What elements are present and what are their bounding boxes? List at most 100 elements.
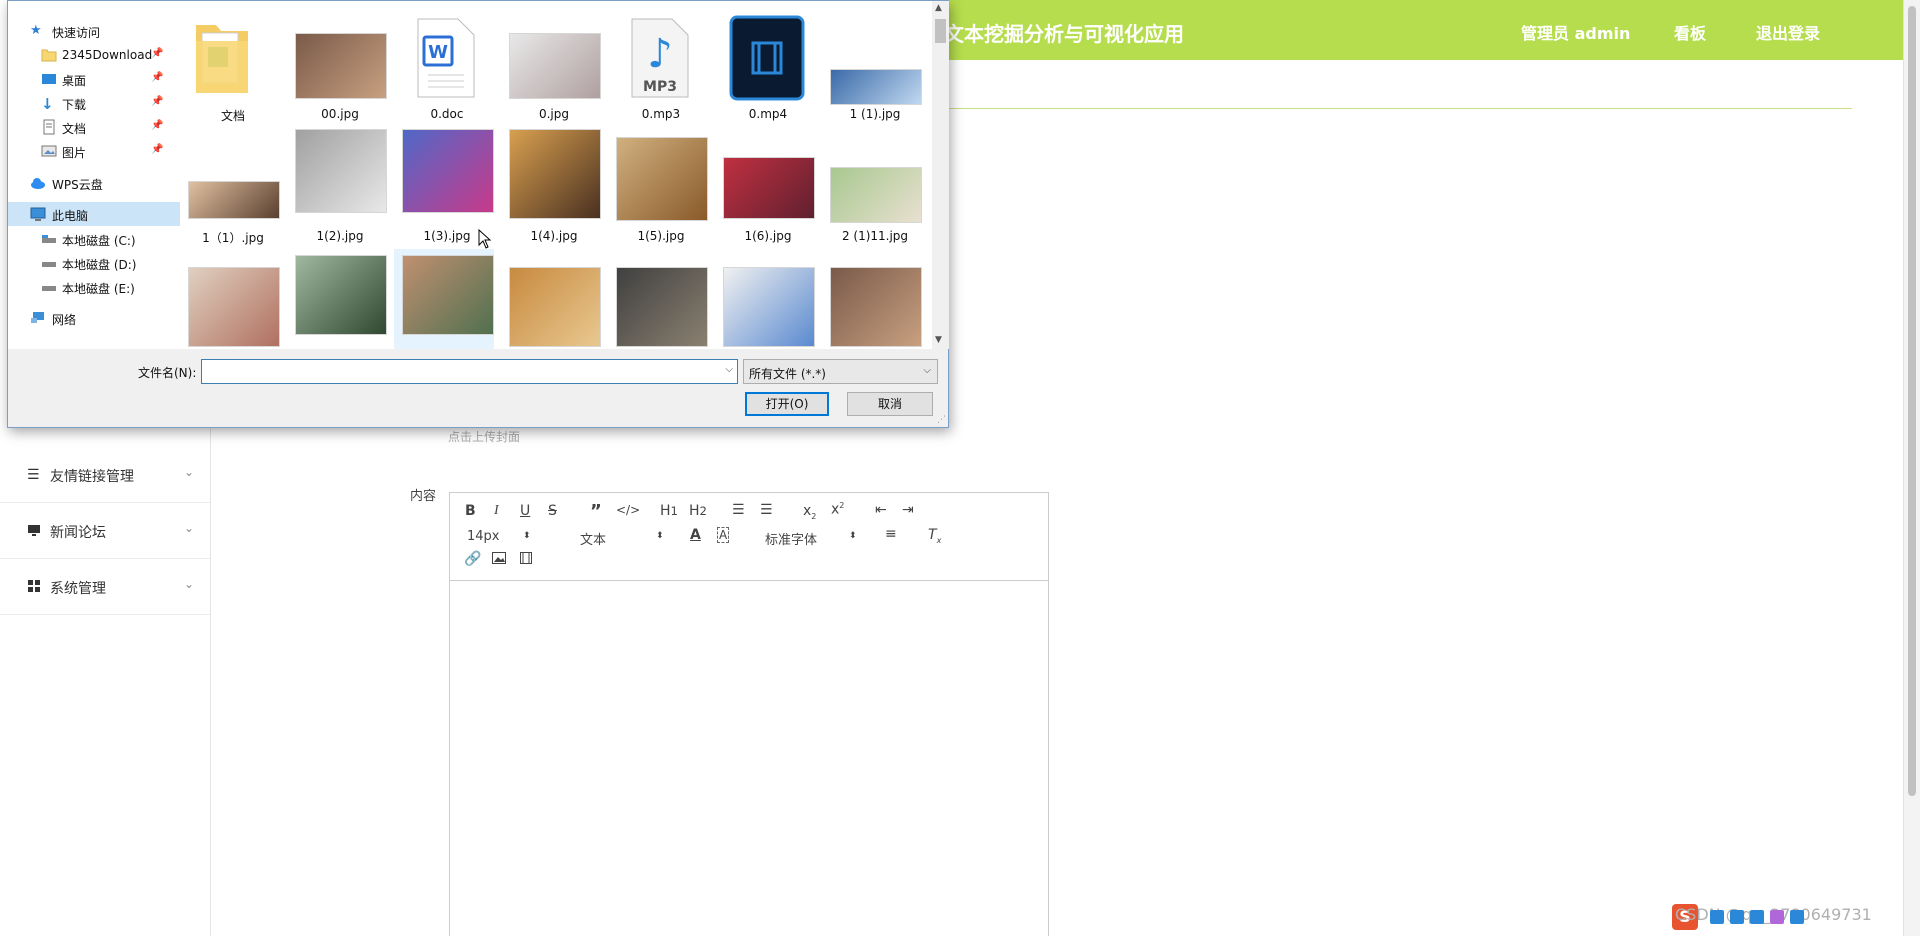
link-icon[interactable]: 🔗: [464, 551, 481, 567]
nav-user[interactable]: 管理员 admin: [1521, 20, 1630, 44]
audio-file-icon: ♪ MP3: [618, 15, 698, 101]
nav-wps-cloud[interactable]: WPS云盘: [8, 171, 180, 195]
file-item[interactable]: [715, 249, 815, 349]
file-item[interactable]: 1(3).jpg: [394, 127, 494, 245]
file-item[interactable]: 1 (1).jpg: [822, 5, 922, 123]
nav-2345download[interactable]: 2345Download 📌: [8, 43, 180, 67]
cancel-button[interactable]: 取消: [847, 392, 933, 416]
word-doc-icon: W: [404, 15, 484, 101]
file-item[interactable]: [501, 249, 601, 349]
header-divider: [940, 108, 1852, 109]
nav-documents[interactable]: 文档 📌: [8, 115, 180, 139]
file-item[interactable]: [608, 249, 708, 349]
keyboard-icon[interactable]: [1750, 910, 1764, 924]
sidebar-item-system[interactable]: 系统管理 ⌄: [0, 559, 210, 615]
ordered-list-icon[interactable]: ☰: [732, 502, 745, 518]
file-item[interactable]: [394, 249, 494, 349]
bold-button[interactable]: B: [465, 503, 476, 519]
file-type-select[interactable]: 所有文件 (*.*) ⌵: [743, 359, 938, 384]
svg-text:W: W: [428, 42, 448, 63]
outdent-icon[interactable]: ⇤: [875, 502, 887, 518]
page-scrollbar[interactable]: [1903, 0, 1920, 936]
file-item[interactable]: 文档: [180, 5, 280, 123]
dialog-scrollbar[interactable]: ▲ ▼: [932, 1, 949, 349]
upload-cover-hint[interactable]: 点击上传封面: [448, 428, 520, 445]
video-icon[interactable]: [520, 552, 532, 568]
file-name: 0.doc: [430, 107, 464, 121]
filename-input[interactable]: [204, 362, 714, 381]
nav-logout[interactable]: 退出登录: [1756, 20, 1820, 44]
filename-combobox[interactable]: ⌵: [201, 359, 738, 384]
drive-icon: [41, 231, 57, 247]
mic-icon[interactable]: [1730, 910, 1744, 924]
file-name: 2 (1)11.jpg: [841, 229, 909, 243]
scroll-up-icon[interactable]: ▲: [935, 3, 942, 13]
heading2-button[interactable]: H2: [689, 503, 707, 519]
superscript-button[interactable]: x2: [831, 501, 844, 518]
file-item[interactable]: ♪ MP3 0.mp3: [608, 5, 708, 123]
file-item[interactable]: 1（1）.jpg: [180, 127, 280, 245]
file-item[interactable]: 00.jpg: [287, 5, 387, 123]
code-button[interactable]: </>: [616, 503, 640, 517]
sidebar-item-forum[interactable]: 新闻论坛 ⌄: [0, 503, 210, 559]
nav-network[interactable]: 网络: [8, 306, 180, 330]
file-item[interactable]: 1(5).jpg: [608, 127, 708, 245]
file-item[interactable]: 1(2).jpg: [287, 127, 387, 245]
chevron-down-icon[interactable]: ⌵: [725, 364, 733, 375]
font-family-select[interactable]: 标准字体 ⬍: [765, 529, 860, 548]
chevron-down-icon: ⌄: [183, 577, 194, 591]
italic-button[interactable]: I: [494, 503, 499, 519]
file-name: 1(4).jpg: [530, 229, 578, 243]
background-color-icon[interactable]: A: [717, 527, 730, 543]
nav-desktop[interactable]: 桌面 📌: [8, 67, 180, 91]
sidebar-item-links[interactable]: ☰ 友情链接管理 ⌄: [0, 447, 210, 503]
font-size-value: 14px: [467, 529, 500, 544]
monitor-icon: [27, 523, 43, 539]
file-item[interactable]: 1(4).jpg: [501, 127, 601, 245]
nav-drive-e[interactable]: 本地磁盘 (E:): [8, 275, 180, 299]
nav-pictures[interactable]: 图片 📌: [8, 139, 180, 163]
grid-tool-icon[interactable]: [1790, 910, 1804, 924]
nav-drive-c[interactable]: 本地磁盘 (C:): [8, 227, 180, 251]
file-item[interactable]: 2 (1)11.jpg: [822, 127, 922, 245]
image-thumbnail: [295, 33, 387, 99]
heading1-button[interactable]: H1: [660, 503, 678, 519]
underline-button[interactable]: U: [520, 503, 530, 519]
nav-dashboard[interactable]: 看板: [1674, 20, 1706, 44]
file-item[interactable]: [822, 249, 922, 349]
strike-button[interactable]: S: [548, 503, 557, 519]
app-title: 文本挖掘分析与可视化应用: [944, 22, 1184, 46]
file-item[interactable]: [287, 249, 387, 349]
file-item[interactable]: 0.jpg: [501, 5, 601, 123]
open-button[interactable]: 打开(O): [745, 392, 829, 416]
blockquote-button[interactable]: ”: [590, 501, 602, 522]
file-item[interactable]: [180, 249, 280, 349]
bullet-list-icon[interactable]: ☰: [760, 502, 773, 518]
pin-icon: 📌: [151, 72, 164, 83]
scroll-down-icon[interactable]: ▼: [935, 335, 942, 345]
nav-quick-access[interactable]: ★ 快速访问: [8, 19, 180, 43]
page-scrollbar-thumb[interactable]: [1908, 6, 1916, 796]
image-icon[interactable]: [492, 552, 506, 568]
skin-icon[interactable]: [1770, 910, 1784, 924]
file-item[interactable]: 1(6).jpg: [715, 127, 815, 245]
file-item[interactable]: 0.mp4: [715, 5, 815, 123]
nav-this-pc[interactable]: 此电脑: [8, 202, 180, 226]
resize-grip-icon[interactable]: ⋰: [937, 415, 946, 425]
ime-icon[interactable]: [1710, 910, 1724, 924]
nav-drive-d[interactable]: 本地磁盘 (D:): [8, 251, 180, 275]
nav-downloads[interactable]: ↓ 下载 📌: [8, 91, 180, 115]
subscript-button[interactable]: x2: [803, 503, 816, 521]
clear-format-icon[interactable]: Tx: [928, 527, 941, 545]
image-thumbnail: [402, 255, 494, 335]
align-icon[interactable]: ≡: [885, 526, 897, 542]
sidebar-item-label: 新闻论坛: [50, 525, 106, 541]
drive-icon: [41, 279, 57, 295]
indent-icon[interactable]: ⇥: [902, 502, 914, 518]
font-color-icon[interactable]: A: [690, 527, 701, 543]
paragraph-select[interactable]: 文本 ⬍: [580, 529, 670, 548]
font-size-select[interactable]: 14px ⬍: [467, 529, 537, 544]
file-item[interactable]: W 0.doc: [394, 5, 494, 123]
pin-icon: 📌: [151, 120, 164, 131]
dialog-scrollbar-thumb[interactable]: [935, 19, 946, 43]
